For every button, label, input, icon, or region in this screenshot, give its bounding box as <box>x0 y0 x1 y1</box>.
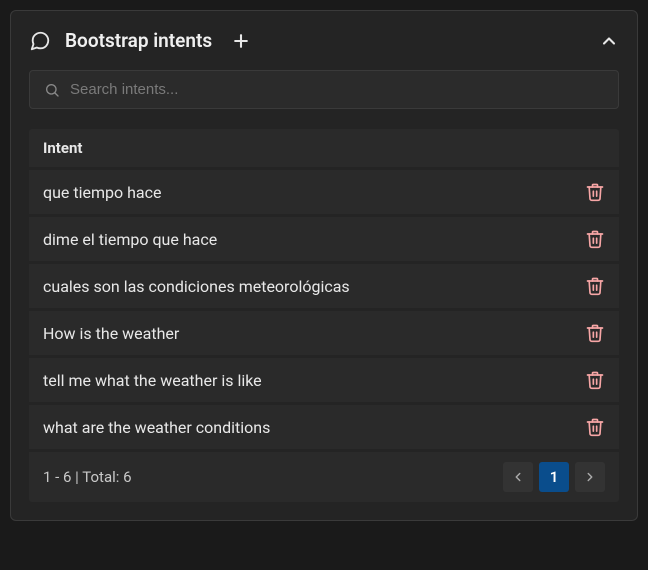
next-page-button[interactable] <box>575 462 605 492</box>
delete-button[interactable] <box>585 323 605 343</box>
prev-page-button[interactable] <box>503 462 533 492</box>
panel-header: Bootstrap intents <box>29 29 619 52</box>
intent-text: que tiempo hace <box>43 183 161 202</box>
table-row[interactable]: que tiempo hace <box>29 170 619 214</box>
search-input[interactable] <box>70 81 604 98</box>
intent-text: How is the weather <box>43 324 179 343</box>
search-field-wrap[interactable] <box>29 70 619 109</box>
delete-button[interactable] <box>585 417 605 437</box>
table-column-header: Intent <box>29 129 619 167</box>
delete-button[interactable] <box>585 370 605 390</box>
pagination-bar: 1 - 6 | Total: 6 1 <box>29 452 619 502</box>
intent-text: what are the weather conditions <box>43 418 270 437</box>
table-row[interactable]: what are the weather conditions <box>29 405 619 449</box>
column-label: Intent <box>43 139 82 157</box>
panel-title: Bootstrap intents <box>65 29 212 52</box>
page-number-button[interactable]: 1 <box>539 462 569 492</box>
table-row[interactable]: How is the weather <box>29 311 619 355</box>
chat-icon <box>29 30 51 52</box>
intent-text: dime el tiempo que hace <box>43 230 217 249</box>
bootstrap-intents-panel: Bootstrap intents Intent que tiempo hace… <box>10 10 638 521</box>
table-row[interactable]: tell me what the weather is like <box>29 358 619 402</box>
intent-text: tell me what the weather is like <box>43 371 262 390</box>
delete-button[interactable] <box>585 276 605 296</box>
intent-text: cuales son las condiciones meteorológica… <box>43 277 350 296</box>
delete-button[interactable] <box>585 182 605 202</box>
collapse-toggle[interactable] <box>599 31 619 51</box>
table-row[interactable]: cuales son las condiciones meteorológica… <box>29 264 619 308</box>
add-intent-button[interactable] <box>230 30 252 52</box>
table-row[interactable]: dime el tiempo que hace <box>29 217 619 261</box>
pagination-summary: 1 - 6 | Total: 6 <box>43 468 132 486</box>
delete-button[interactable] <box>585 229 605 249</box>
search-icon <box>44 82 60 98</box>
